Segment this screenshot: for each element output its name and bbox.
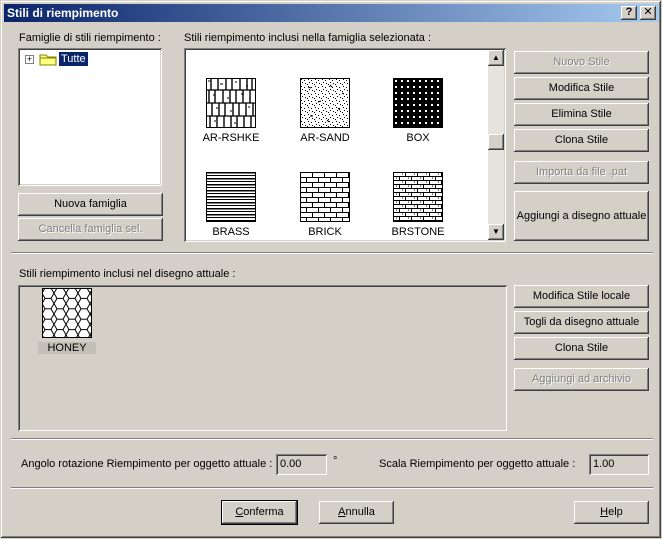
pattern-ar-sand-swatch (300, 78, 350, 128)
separator (11, 438, 653, 440)
close-title-button[interactable]: ✕ (640, 6, 656, 20)
scroll-thumb[interactable] (488, 134, 504, 150)
pattern-ar-sand[interactable]: AR-SAND (282, 78, 368, 144)
drawing-pattern-list[interactable]: HONEY (18, 285, 507, 431)
families-label: Famiglie di stili riempimento : (19, 32, 161, 44)
cancel-button[interactable]: Annulla (319, 501, 394, 524)
dialog-title: Stili di riempimento (7, 6, 119, 20)
confirm-button[interactable]: Conferma (222, 501, 297, 524)
fill-styles-dialog: Stili di riempimento ? ✕ Famiglie di sti… (0, 0, 662, 539)
pattern-name: HONEY (38, 342, 96, 354)
families-tree[interactable]: + Tutte (18, 48, 162, 186)
arrow-down-icon: ▼ (492, 227, 500, 236)
edit-local-style-button[interactable]: Modifica Stile locale (514, 285, 649, 308)
add-to-drawing-button[interactable]: Aggiungi a disegno attuale (514, 191, 649, 241)
pattern-name: BRSTONE (391, 226, 445, 238)
separator (11, 487, 653, 489)
degree-symbol: ° (333, 455, 338, 467)
pattern-ar-rshke[interactable]: AR-RSHKE (188, 78, 274, 144)
remove-from-drawing-button[interactable]: Togli da disegno attuale (514, 311, 649, 334)
clone-style-button[interactable]: Clona Stile (514, 129, 649, 152)
rotation-label: Angolo rotazione Riempimento per oggetto… (21, 458, 273, 470)
tree-item-all[interactable]: Tutte (58, 51, 89, 67)
scroll-up-button[interactable]: ▲ (488, 50, 504, 66)
close-icon: ✕ (643, 6, 653, 18)
help-icon: ? (625, 6, 633, 18)
drawing-label: Stili riempimento inclusi nel disegno at… (19, 268, 236, 280)
pattern-name: BRASS (212, 226, 250, 238)
edit-style-button[interactable]: Modifica Stile (514, 77, 649, 100)
pattern-ar-rshke-swatch (206, 78, 256, 128)
library-scrollbar[interactable]: ▲ ▼ (488, 50, 504, 240)
pattern-brass-swatch (206, 172, 256, 222)
delete-family-button[interactable]: Cancella famiglia sel. (18, 218, 163, 241)
pattern-box-swatch (393, 78, 443, 128)
library-label: Stili riempimento inclusi nella famiglia… (184, 32, 432, 44)
delete-style-button[interactable]: Elimina Stile (514, 103, 649, 126)
pattern-name: BRICK (308, 226, 342, 238)
pattern-honey-swatch (42, 288, 92, 338)
library-pattern-list[interactable]: AR-RSHKE AR-SAND BOX BRASS BRICK BRSTONE… (184, 48, 506, 242)
pattern-brass[interactable]: BRASS (188, 172, 274, 238)
clone-style-drawing-button[interactable]: Clona Stile (514, 337, 649, 360)
folder-icon (39, 54, 57, 66)
help-title-button[interactable]: ? (621, 6, 637, 20)
import-pat-button[interactable]: Importa da file .pat (514, 161, 649, 184)
pattern-brick[interactable]: BRICK (282, 172, 368, 238)
scale-input[interactable]: 1.00 (589, 454, 649, 475)
new-family-button[interactable]: Nuova famiglia (18, 193, 163, 216)
pattern-name: AR-SAND (300, 132, 350, 144)
pattern-name: AR-RSHKE (202, 132, 260, 144)
new-style-button[interactable]: Nuovo Stile (514, 51, 649, 74)
pattern-honey[interactable]: HONEY (38, 288, 96, 354)
pattern-brick-swatch (300, 172, 350, 222)
pattern-brstone[interactable]: BRSTONE (375, 172, 461, 238)
pattern-box[interactable]: BOX (375, 78, 461, 144)
help-button[interactable]: Help (574, 501, 649, 524)
scroll-down-button[interactable]: ▼ (488, 224, 504, 240)
scale-label: Scala Riempimento per oggetto attuale : (379, 458, 576, 470)
rotation-input[interactable]: 0.00 (276, 454, 327, 475)
tree-expand-icon[interactable]: + (25, 55, 34, 64)
separator (11, 252, 653, 254)
pattern-name: BOX (406, 132, 430, 144)
title-bar[interactable]: Stili di riempimento ? ✕ (4, 4, 659, 22)
arrow-up-icon: ▲ (492, 53, 500, 62)
add-to-archive-button[interactable]: Aggiungi ad archivio (514, 368, 649, 391)
pattern-brstone-swatch (393, 172, 443, 222)
